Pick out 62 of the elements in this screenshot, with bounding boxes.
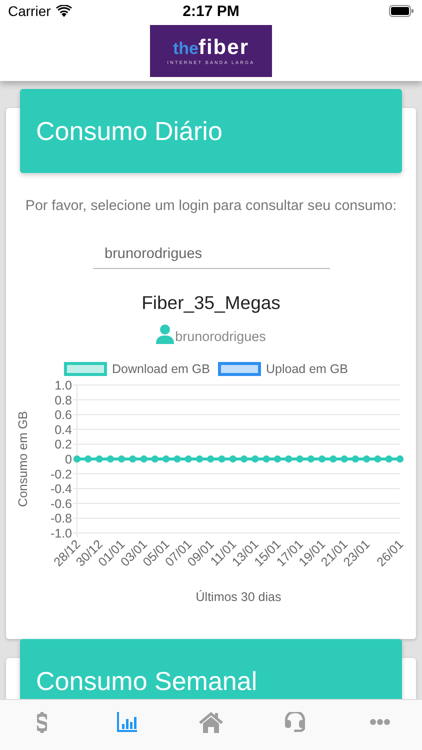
data-point: [318, 455, 326, 463]
data-point: [374, 455, 382, 463]
data-point: [340, 455, 348, 463]
data-point: [396, 455, 404, 463]
axis-tick-label: 0.6: [54, 408, 72, 422]
data-point: [162, 455, 170, 463]
data-point: [307, 455, 314, 463]
card-title: Consumo Semanal: [36, 666, 258, 696]
more-icon: [370, 719, 390, 725]
data-point: [296, 455, 304, 463]
legend-label: Upload em GB: [266, 362, 348, 376]
headset-icon: [285, 712, 306, 732]
legend-item[interactable]: Download em GB: [64, 362, 210, 376]
data-point: [129, 455, 136, 463]
axis-tick-label: 0.8: [54, 393, 72, 408]
data-point: [274, 455, 282, 463]
axis-tick-label: 0: [65, 452, 72, 466]
axis-tick-label: 1.0: [54, 378, 72, 392]
data-point: [330, 455, 337, 463]
axis-tick-label: -0.4: [50, 482, 72, 496]
data-point: [174, 455, 181, 463]
axis-title: Consumo em GB: [16, 411, 30, 507]
axis-tick-label: -0.6: [50, 496, 72, 511]
data-point: [96, 455, 103, 463]
instruction-text: Por favor, selecione um login para consultar seu consumo:: [25, 198, 397, 214]
card-title: Consumo Diário: [36, 116, 222, 146]
user-name: brunorodrigues: [175, 329, 266, 344]
data-point: [73, 455, 81, 463]
battery-icon: [389, 5, 414, 17]
dollar-icon: [37, 712, 48, 732]
data-point: [196, 455, 204, 463]
data-point: [262, 455, 270, 463]
plan-name: Fiber_35_Megas: [142, 292, 280, 314]
wifi-icon: [56, 5, 72, 17]
data-point: [140, 455, 148, 463]
data-point: [352, 455, 360, 463]
axis-tick-label: -0.2: [50, 467, 72, 482]
data-point: [252, 455, 259, 463]
data-point: [84, 455, 92, 463]
axis-title: Últimos 30 dias: [196, 590, 282, 604]
axis-tick-label: 0.4: [54, 422, 72, 437]
data-point: [362, 455, 370, 463]
data-point: [218, 455, 226, 463]
carrier-label: Carrier: [8, 3, 51, 19]
data-point: [285, 455, 292, 463]
home-icon: [199, 712, 224, 732]
bar-chart-icon: [116, 712, 137, 732]
data-point: [118, 455, 126, 463]
axis-tick-label: -0.8: [50, 512, 72, 526]
data-point: [207, 455, 214, 463]
data-point: [240, 455, 248, 463]
data-point: [106, 455, 114, 463]
axis-tick-label: 0.2: [54, 438, 72, 452]
data-point: [184, 455, 192, 463]
data-point: [229, 455, 237, 463]
axis-tick-label: -1.0: [50, 526, 72, 540]
data-point: [151, 455, 159, 463]
legend-item[interactable]: Upload em GB: [218, 362, 348, 376]
clock-time: 2:17 PM: [182, 2, 240, 20]
data-point: [385, 455, 392, 463]
user-icon: [156, 324, 174, 344]
legend-label: Download em GB: [112, 362, 210, 376]
